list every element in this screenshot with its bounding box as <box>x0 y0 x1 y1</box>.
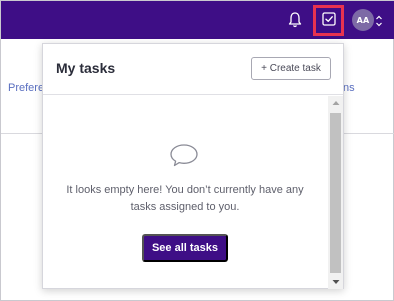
empty-state-message: It looks empty here! You don’t currently… <box>66 184 304 213</box>
background-link-preferences[interactable]: Prefere <box>8 82 44 94</box>
avatar-initials: AA <box>356 15 370 25</box>
scrollbar-thumb[interactable] <box>330 113 341 273</box>
create-task-button[interactable]: + Create task <box>251 57 331 80</box>
my-tasks-button[interactable] <box>313 5 344 36</box>
speech-bubble-icon <box>168 142 200 168</box>
scroll-down-arrow-icon[interactable] <box>328 275 343 289</box>
background-link-right[interactable]: ns <box>343 82 355 94</box>
top-bar: AA <box>1 1 394 39</box>
scroll-up-arrow-icon[interactable] <box>328 96 343 110</box>
user-avatar[interactable]: AA <box>352 9 374 31</box>
chevron-up-down-icon[interactable] <box>375 13 383 27</box>
dropdown-header: My tasks + Create task <box>43 44 343 95</box>
checkbox-icon <box>321 11 336 30</box>
see-all-tasks-button[interactable]: See all tasks <box>142 234 228 262</box>
my-tasks-dropdown: My tasks + Create task It looks empty he… <box>42 43 344 289</box>
dropdown-title: My tasks <box>56 60 116 76</box>
bell-icon[interactable] <box>287 11 303 29</box>
empty-state: It looks empty here! You don’t currently… <box>43 96 327 289</box>
dropdown-scrollbar[interactable] <box>328 96 343 289</box>
